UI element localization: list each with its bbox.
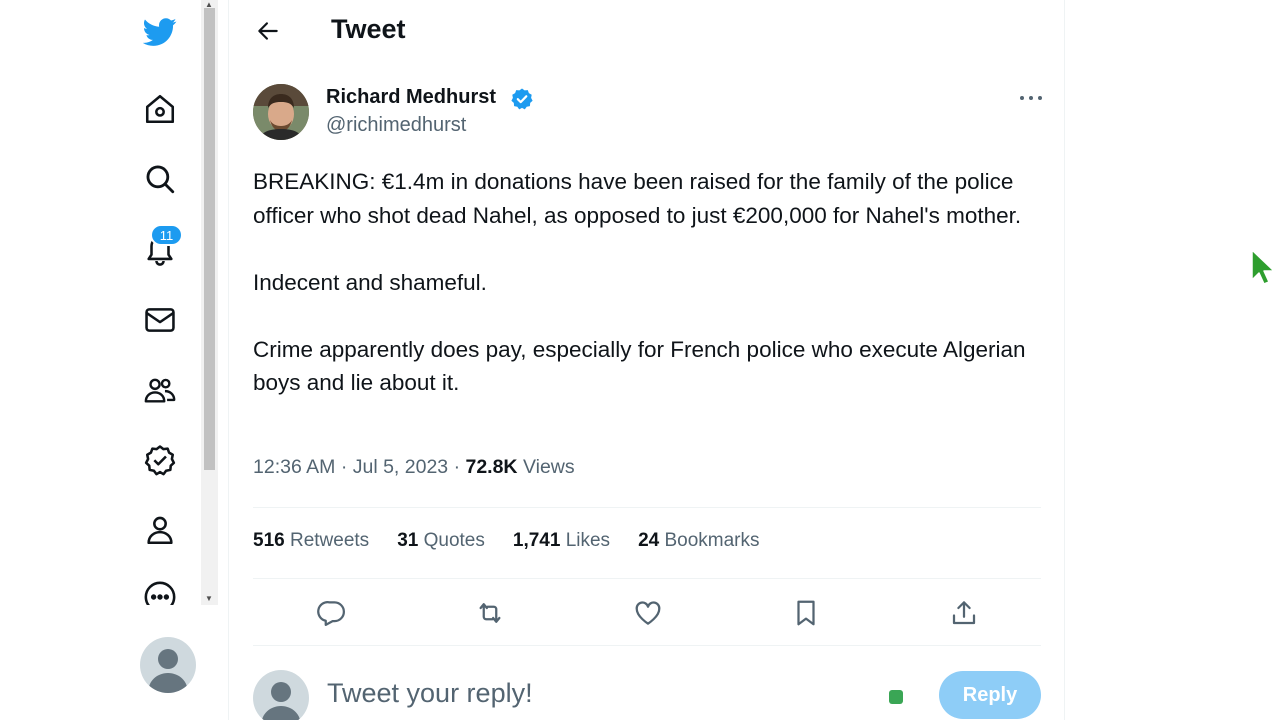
quotes-label: Quotes <box>423 530 485 551</box>
likes-stat[interactable]: 1,741 Likes <box>513 530 610 552</box>
likes-label: Likes <box>565 530 611 551</box>
divider <box>253 507 1041 508</box>
back-arrow-icon[interactable] <box>251 14 285 48</box>
main-column: Tweet Richard Medhurst @richimedhurst BR… <box>228 0 1065 720</box>
divider <box>253 645 1041 646</box>
quotes-count: 31 <box>397 530 419 551</box>
twitter-logo-icon[interactable] <box>140 12 180 52</box>
home-icon[interactable] <box>140 89 180 129</box>
more-options-icon[interactable] <box>1017 86 1045 110</box>
verified-badge-icon[interactable] <box>140 440 180 480</box>
tweet-paragraph: Indecent and shameful. <box>253 269 487 295</box>
quotes-stat[interactable]: 31 Quotes <box>397 530 485 552</box>
tweet-meta: 12:36 AM · Jul 5, 2023 · 72.8K Views <box>253 456 575 479</box>
retweets-label: Retweets <box>289 530 370 551</box>
author-avatar[interactable] <box>253 84 309 140</box>
tweet-stats: 516 Retweets 31 Quotes 1,741 Likes 24 Bo… <box>253 530 788 552</box>
likes-count: 1,741 <box>512 530 561 551</box>
reply-icon[interactable] <box>314 595 350 631</box>
tweet-paragraph: BREAKING: €1.4m in donations have been r… <box>253 169 1022 228</box>
tweet-paragraph: Crime apparently does pay, especially fo… <box>253 336 1026 396</box>
account-avatar[interactable] <box>140 637 196 693</box>
search-icon[interactable] <box>140 159 180 199</box>
bookmarks-stat[interactable]: 24 Bookmarks <box>638 530 759 552</box>
reply-button[interactable]: Reply <box>939 671 1041 719</box>
views-count: 72.8K <box>465 456 518 478</box>
tweet-date[interactable]: Jul 5, 2023 <box>353 456 448 478</box>
tweet-time[interactable]: 12:36 AM <box>253 456 335 478</box>
bookmarks-count: 24 <box>638 530 660 551</box>
bookmark-icon[interactable] <box>788 595 824 631</box>
like-heart-icon[interactable] <box>630 595 666 631</box>
author-handle[interactable]: @richimedhurst <box>326 114 466 137</box>
scroll-down-arrow-icon[interactable]: ▼ <box>205 594 213 603</box>
share-icon[interactable] <box>946 595 982 631</box>
profile-icon[interactable] <box>140 510 180 550</box>
divider <box>253 578 1041 579</box>
reply-avatar <box>253 670 309 720</box>
meta-separator: · <box>453 456 466 478</box>
tweet-actions <box>253 593 1043 633</box>
views-label: Views <box>522 456 575 478</box>
verified-badge-icon <box>510 87 534 111</box>
page-title: Tweet <box>331 14 406 44</box>
mouse-cursor-icon <box>1251 249 1275 285</box>
retweet-icon[interactable] <box>472 595 508 631</box>
nav-scrollbar[interactable]: ▲ ▼ <box>201 0 218 605</box>
left-nav: 11 <box>0 0 205 720</box>
more-options-icon[interactable] <box>140 580 180 605</box>
scroll-thumb[interactable] <box>204 8 215 470</box>
status-indicator <box>889 690 903 704</box>
retweets-stat[interactable]: 516 Retweets <box>253 530 369 552</box>
notifications-badge: 11 <box>150 224 183 246</box>
messages-envelope-icon[interactable] <box>140 300 180 340</box>
reply-input[interactable]: Tweet your reply! <box>327 678 533 709</box>
meta-separator: · <box>340 456 353 478</box>
author-name[interactable]: Richard Medhurst <box>326 86 496 109</box>
retweets-count: 516 <box>253 530 285 551</box>
bookmarks-label: Bookmarks <box>664 530 760 551</box>
communities-icon[interactable] <box>140 370 180 410</box>
tweet-text: BREAKING: €1.4m in donations have been r… <box>253 165 1043 400</box>
